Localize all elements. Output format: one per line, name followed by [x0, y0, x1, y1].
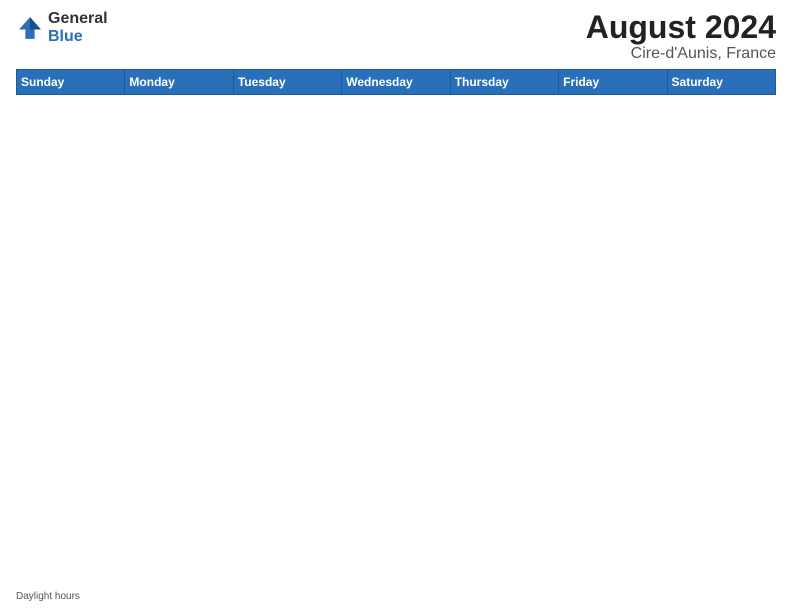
logo-blue: Blue	[48, 28, 83, 45]
col-thursday: Thursday	[450, 70, 558, 95]
page: General Blue August 2024 Cire-d'Aunis, F…	[0, 0, 792, 612]
col-wednesday: Wednesday	[342, 70, 450, 95]
title-block: August 2024 Cire-d'Aunis, France	[586, 10, 776, 63]
daylight-label: Daylight hours	[16, 591, 80, 602]
logo: General Blue	[16, 10, 108, 45]
calendar-header-row: Sunday Monday Tuesday Wednesday Thursday…	[17, 70, 776, 95]
calendar-subtitle: Cire-d'Aunis, France	[586, 45, 776, 63]
footer-note: Daylight hours	[16, 591, 776, 602]
calendar-table: Sunday Monday Tuesday Wednesday Thursday…	[16, 69, 776, 587]
logo-general: General	[48, 10, 108, 27]
logo-text: General Blue	[48, 10, 108, 45]
col-monday: Monday	[125, 70, 233, 95]
logo-icon	[16, 14, 44, 42]
col-sunday: Sunday	[17, 70, 125, 95]
col-saturday: Saturday	[667, 70, 775, 95]
col-friday: Friday	[559, 70, 667, 95]
col-tuesday: Tuesday	[233, 70, 341, 95]
header: General Blue August 2024 Cire-d'Aunis, F…	[16, 10, 776, 63]
calendar-title: August 2024	[586, 10, 776, 45]
